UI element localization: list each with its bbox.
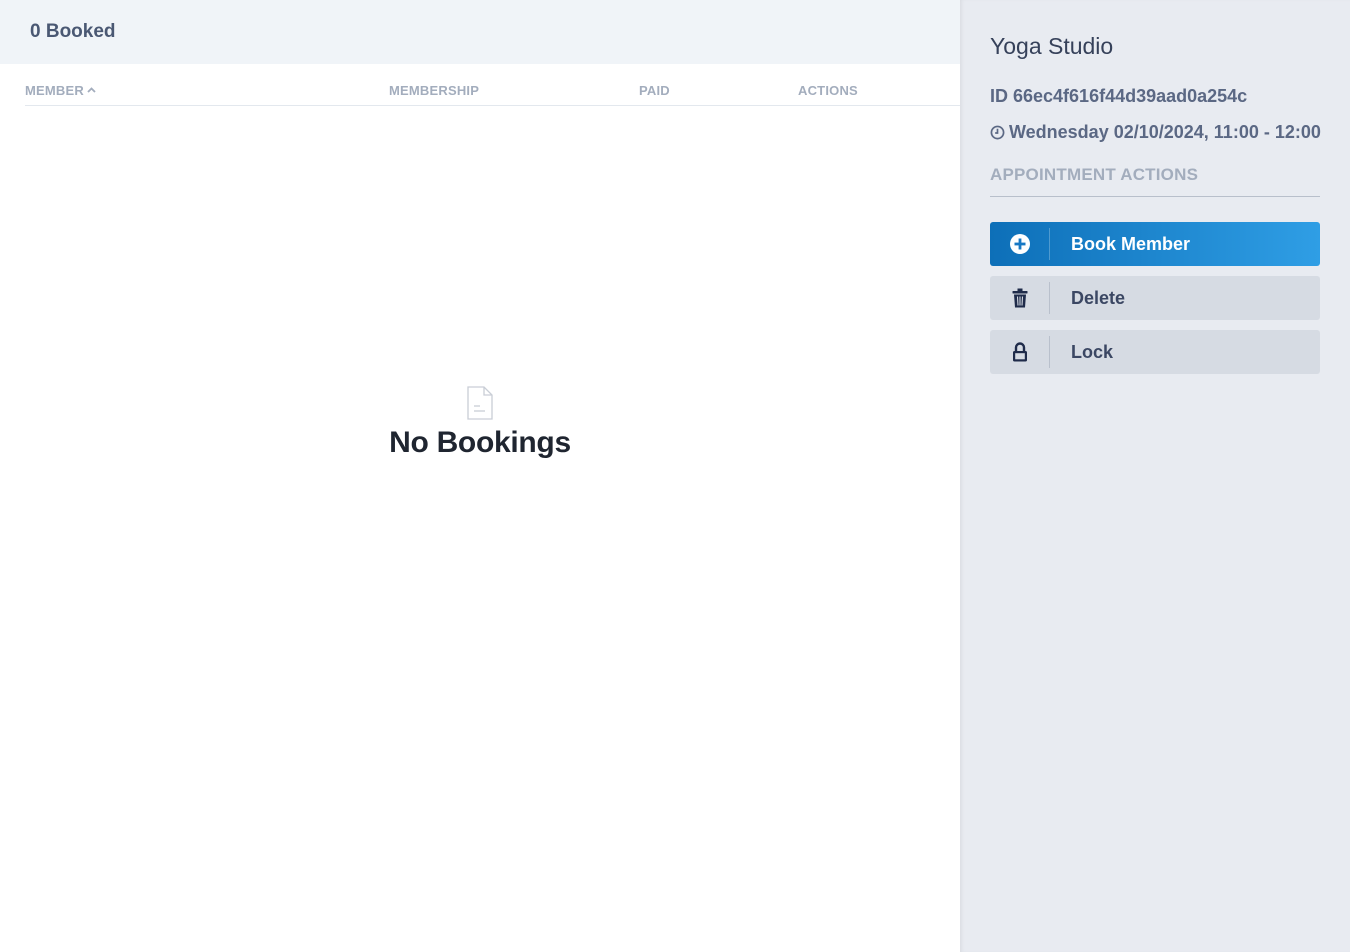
appointment-title: Yoga Studio: [990, 33, 1114, 59]
column-header-member-label: MEMBER: [25, 83, 84, 98]
booking-page: 0 Booked MEMBER MEMBERSHIP PAID ACTIONS: [0, 0, 1350, 952]
appointment-panel: Yoga Studio ID 66ec4f616f44d39aad0a254c …: [960, 0, 1350, 952]
book-member-label: Book Member: [1071, 233, 1191, 254]
appointment-time-text: Wednesday 02/10/2024, 11:00 - 12:00: [1009, 122, 1321, 142]
delete-button[interactable]: Delete: [990, 276, 1320, 320]
bookings-header: 0 Booked: [0, 0, 960, 64]
delete-label: Delete: [1071, 287, 1126, 308]
column-header-membership-label: MEMBERSHIP: [389, 83, 480, 98]
bookings-main: 0 Booked MEMBER MEMBERSHIP PAID ACTIONS: [0, 0, 960, 952]
book-member-button[interactable]: Book Member: [990, 222, 1320, 266]
trash-icon: [990, 276, 1050, 320]
sort-ascending-icon: [87, 87, 96, 93]
appointment-time: Wednesday 02/10/2024, 11:00 - 12:00: [990, 122, 1321, 143]
appointment-id: ID 66ec4f616f44d39aad0a254c: [990, 86, 1248, 106]
lock-button[interactable]: Lock: [990, 330, 1320, 374]
lock-icon: [990, 330, 1050, 374]
column-header-member[interactable]: MEMBER: [25, 83, 96, 98]
table-header: MEMBER MEMBERSHIP PAID ACTIONS: [25, 64, 960, 106]
booked-count: 0 Booked: [30, 21, 116, 42]
plus-circle-icon: [990, 222, 1050, 266]
file-icon: [467, 386, 493, 420]
empty-state-text: No Bookings: [389, 426, 571, 459]
column-header-paid[interactable]: PAID: [639, 83, 670, 98]
column-header-membership[interactable]: MEMBERSHIP: [389, 83, 479, 98]
appointment-actions-title: APPOINTMENT ACTIONS: [990, 165, 1320, 197]
empty-state: No Bookings: [0, 386, 960, 460]
lock-label: Lock: [1071, 341, 1114, 362]
column-header-paid-label: PAID: [639, 83, 670, 98]
clock-icon: [990, 125, 1005, 140]
column-header-actions: ACTIONS: [798, 83, 858, 98]
column-header-actions-label: ACTIONS: [798, 83, 858, 98]
